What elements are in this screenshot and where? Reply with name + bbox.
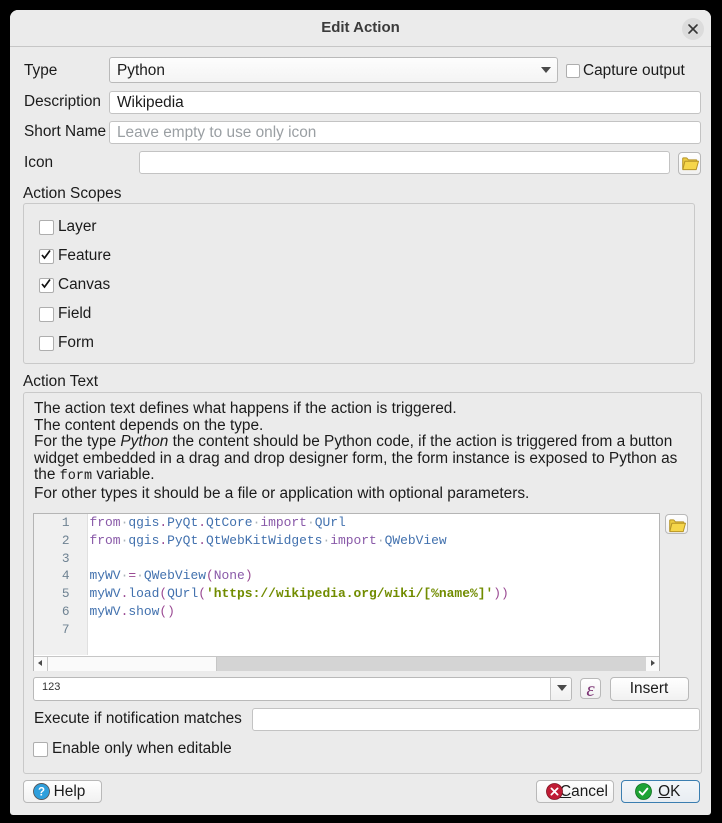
svg-text:?: ? (38, 787, 45, 799)
